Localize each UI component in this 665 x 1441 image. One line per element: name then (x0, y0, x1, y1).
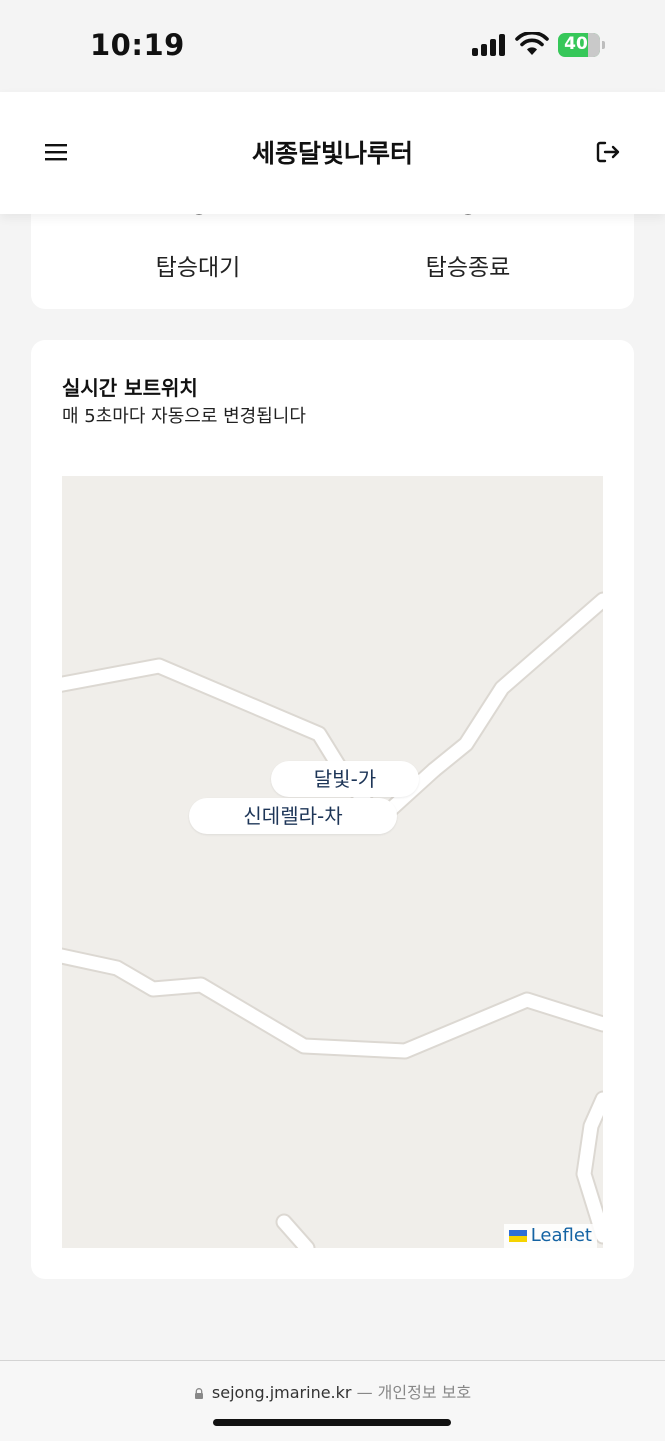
section-title: 실시간 보트위치 (62, 376, 198, 400)
section-subtitle: 매 5초마다 자동으로 변경됩니다 (62, 406, 306, 427)
boat-marker-label[interactable]: 달빛-가 (271, 761, 419, 797)
home-indicator[interactable] (213, 1419, 451, 1426)
map-attribution[interactable]: Leaflet (503, 1224, 597, 1248)
ukraine-flag-icon (508, 1230, 527, 1242)
boat-location-card: 실시간 보트위치 매 5초마다 자동으로 변경됩니다 달빛-가 신데렐라-차 L… (31, 340, 634, 1279)
wifi-icon (515, 32, 549, 55)
lock-icon (194, 1388, 203, 1399)
browser-address-bar[interactable]: sejong.jmarine.kr — 개인정보 보호 (0, 1360, 665, 1441)
url-text: sejong.jmarine.kr (211, 1383, 352, 1402)
battery-icon: 40 (558, 33, 606, 57)
boarding-waiting-label: 탑승대기 (155, 255, 241, 281)
privacy-label: 개인정보 보호 (377, 1383, 472, 1402)
boat-marker-label[interactable]: 신데렐라-차 (189, 798, 397, 834)
status-bar: 10:19 40 (0, 0, 665, 92)
map-roads (62, 591, 603, 1248)
app-header: 세종달빛나루터 (0, 92, 665, 214)
boarding-finished-label: 탑승종료 (425, 255, 511, 281)
url-row[interactable]: sejong.jmarine.kr — 개인정보 보호 (0, 1379, 665, 1403)
battery-level: 40 (564, 34, 588, 54)
clock: 10:19 (90, 28, 185, 62)
boat-map[interactable]: 달빛-가 신데렐라-차 Leaflet (62, 476, 603, 1248)
attribution-link[interactable]: Leaflet (531, 1225, 592, 1246)
page-title: 세종달빛나루터 (251, 139, 413, 168)
logout-icon[interactable] (594, 138, 622, 166)
url-separator: — (356, 1383, 373, 1402)
cellular-signal-icon (472, 34, 508, 56)
